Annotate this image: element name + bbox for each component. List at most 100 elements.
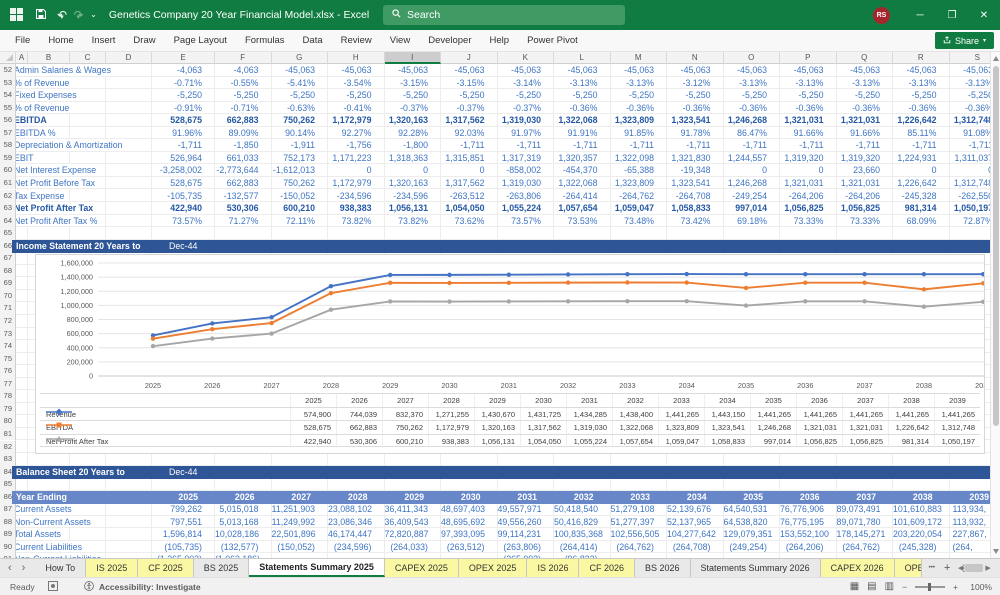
- scroll-right-icon[interactable]: ▶: [985, 564, 990, 572]
- sheet-tab-cf-2025[interactable]: CF 2025: [138, 559, 194, 577]
- ribbon-tab-view[interactable]: View: [381, 31, 419, 50]
- excel-app-icon[interactable]: [10, 7, 25, 23]
- row-header-54[interactable]: 54: [0, 89, 16, 102]
- ribbon-tab-data[interactable]: Data: [294, 31, 332, 50]
- row-header-59[interactable]: 59: [0, 151, 16, 165]
- column-header-a[interactable]: A: [16, 52, 28, 64]
- column-header-q[interactable]: Q: [836, 52, 893, 64]
- row-header-56[interactable]: 56: [0, 114, 16, 127]
- sheet-tab-capex-2026[interactable]: CAPEX 2026: [820, 559, 895, 577]
- restore-button[interactable]: ❐: [936, 0, 968, 30]
- row-header-82[interactable]: 82: [0, 440, 16, 454]
- sheet-tab-bs-2025[interactable]: BS 2025: [194, 559, 250, 577]
- zoom-slider-thumb[interactable]: [928, 582, 932, 591]
- ribbon-tab-draw[interactable]: Draw: [124, 31, 164, 50]
- tab-scroll-right-icon[interactable]: ›: [22, 562, 26, 574]
- horizontal-scrollbar[interactable]: ◀ ▶: [958, 562, 998, 574]
- row-header-69[interactable]: 69: [0, 277, 16, 290]
- ribbon-tab-home[interactable]: Home: [39, 31, 82, 50]
- search-input[interactable]: Search: [383, 5, 625, 25]
- row-header-53[interactable]: 53: [0, 76, 16, 90]
- user-avatar[interactable]: RS: [873, 6, 890, 24]
- sheet-tab-is-2025[interactable]: IS 2025: [86, 559, 139, 577]
- row-header-79[interactable]: 79: [0, 402, 16, 416]
- scroll-up-icon[interactable]: [993, 56, 999, 61]
- sheet-tab-is-2026[interactable]: IS 2026: [527, 559, 580, 577]
- ribbon-tab-review[interactable]: Review: [332, 31, 381, 50]
- new-sheet-button[interactable]: +: [944, 562, 950, 574]
- scroll-left-icon[interactable]: ◀: [958, 564, 963, 572]
- row-header-72[interactable]: 72: [0, 315, 16, 328]
- sheet-tab-capex-2025[interactable]: CAPEX 2025: [384, 559, 459, 577]
- ribbon-tab-developer[interactable]: Developer: [419, 31, 480, 50]
- row-header-87[interactable]: 87: [0, 503, 16, 516]
- column-header-l[interactable]: L: [554, 52, 611, 64]
- row-header-85[interactable]: 85: [0, 478, 16, 491]
- more-sheets-icon[interactable]: •••: [929, 565, 935, 571]
- horizontal-scroll-thumb[interactable]: [965, 564, 984, 572]
- sheet-tab-opex-2026[interactable]: OPEX 2026: [894, 559, 922, 577]
- row-header-60[interactable]: 60: [0, 164, 16, 177]
- row-header-70[interactable]: 70: [0, 289, 16, 303]
- balance-sheet-band[interactable]: Balance Sheet 20 Years to Dec-44: [12, 465, 990, 479]
- vertical-scrollbar[interactable]: [990, 52, 1000, 558]
- ribbon-tab-file[interactable]: File: [6, 31, 39, 50]
- column-header-b[interactable]: B: [28, 52, 70, 64]
- row-header-81[interactable]: 81: [0, 427, 16, 441]
- row-header-89[interactable]: 89: [0, 528, 16, 541]
- undo-icon[interactable]: ↶▾: [57, 9, 67, 21]
- row-header-73[interactable]: 73: [0, 327, 16, 341]
- row-header-68[interactable]: 68: [0, 264, 16, 278]
- row-header-58[interactable]: 58: [0, 139, 16, 152]
- row-header-57[interactable]: 57: [0, 126, 16, 140]
- row-header-76[interactable]: 76: [0, 365, 16, 378]
- sheet-tab-how-to[interactable]: How To: [35, 559, 87, 577]
- column-header-r[interactable]: R: [893, 52, 950, 64]
- year-ending-band[interactable]: Year Ending 2025 2026 2027 2028 2029 2030 2031 2…: [12, 490, 990, 504]
- share-button[interactable]: Share ▾: [934, 32, 994, 49]
- row-header-64[interactable]: 64: [0, 214, 16, 228]
- vertical-scroll-thumb[interactable]: [993, 66, 999, 426]
- column-header-s[interactable]: S: [949, 52, 990, 64]
- page-break-view-icon[interactable]: ▥: [885, 581, 894, 592]
- row-header-74[interactable]: 74: [0, 340, 16, 353]
- row-header-90[interactable]: 90: [0, 540, 16, 554]
- income-statement-chart[interactable]: 0 200,000 400,000 600,000 800,000 1,000,000 1,…: [35, 254, 985, 454]
- sheet-tab-opex-2025[interactable]: OPEX 2025: [458, 559, 528, 577]
- column-header-h[interactable]: H: [328, 52, 385, 64]
- sheet-tab-statements-summary-2026[interactable]: Statements Summary 2026: [691, 559, 821, 577]
- row-header-63[interactable]: 63: [0, 202, 16, 215]
- column-header-j[interactable]: J: [441, 52, 498, 64]
- sheet-tab-statements-summary-2025[interactable]: Statements Summary 2025: [249, 559, 385, 577]
- ribbon-tab-power-pivot[interactable]: Power Pivot: [518, 31, 587, 50]
- row-header-88[interactable]: 88: [0, 515, 16, 529]
- sheet-tab-bs-2026[interactable]: BS 2026: [635, 559, 691, 577]
- column-header-k[interactable]: K: [497, 52, 554, 64]
- column-header-c[interactable]: C: [70, 52, 106, 64]
- column-header-g[interactable]: G: [271, 52, 328, 64]
- row-header-55[interactable]: 55: [0, 101, 16, 115]
- column-header-e[interactable]: E: [152, 52, 215, 64]
- zoom-in-icon[interactable]: +: [953, 582, 958, 592]
- column-header-m[interactable]: M: [610, 52, 667, 64]
- row-header-83[interactable]: 83: [0, 453, 16, 466]
- save-icon[interactable]: [35, 8, 47, 22]
- row-header-77[interactable]: 77: [0, 377, 16, 391]
- column-header-f[interactable]: F: [215, 52, 272, 64]
- row-header-62[interactable]: 62: [0, 189, 16, 203]
- zoom-level[interactable]: 100%: [966, 582, 992, 592]
- column-header-o[interactable]: O: [723, 52, 780, 64]
- spreadsheet-grid[interactable]: 0 200,000 400,000 600,000 800,000 1,000,000 1,…: [0, 52, 990, 558]
- row-header-65[interactable]: 65: [0, 227, 16, 240]
- column-header-n[interactable]: N: [667, 52, 724, 64]
- page-layout-view-icon[interactable]: ▤: [867, 581, 876, 592]
- row-header-52[interactable]: 52: [0, 64, 16, 77]
- column-header-p[interactable]: P: [780, 52, 837, 64]
- zoom-out-icon[interactable]: −: [902, 582, 907, 592]
- ribbon-tab-formulas[interactable]: Formulas: [236, 31, 294, 50]
- row-header-61[interactable]: 61: [0, 176, 16, 190]
- row-header-80[interactable]: 80: [0, 415, 16, 428]
- ribbon-tab-help[interactable]: Help: [481, 31, 519, 50]
- minimize-button[interactable]: ─: [904, 0, 936, 30]
- zoom-slider[interactable]: [915, 582, 946, 591]
